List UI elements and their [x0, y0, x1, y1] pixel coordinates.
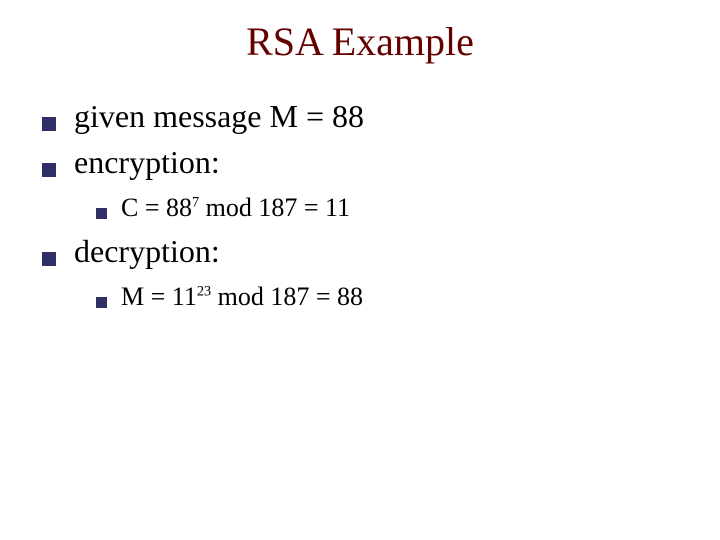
square-bullet-icon [96, 208, 107, 219]
bullet-item-given-message: given message M = 88 [42, 96, 690, 136]
text-given-message: given message M = 88 [74, 96, 364, 136]
text-decryption-formula: M = 1123 mod 187 = 88 [121, 281, 363, 314]
slide-title: RSA Example [0, 18, 720, 65]
square-bullet-icon [42, 252, 56, 266]
formula-m-pre: M = 11 [121, 282, 197, 311]
square-bullet-icon [42, 117, 56, 131]
slide-body: given message M = 88 encryption: C = 887… [42, 90, 690, 319]
text-decryption: decryption: [74, 231, 220, 271]
slide: RSA Example given message M = 88 encrypt… [0, 0, 720, 540]
formula-m-post: mod 187 = 88 [211, 282, 363, 311]
text-encryption-formula: C = 887 mod 187 = 11 [121, 192, 350, 225]
formula-m-exp: 23 [197, 283, 211, 299]
text-encryption: encryption: [74, 142, 220, 182]
bullet-item-encryption: encryption: [42, 142, 690, 182]
bullet-item-decryption-formula: M = 1123 mod 187 = 88 [96, 281, 690, 314]
formula-c-post: mod 187 = 11 [199, 193, 350, 222]
square-bullet-icon [96, 297, 107, 308]
bullet-item-decryption: decryption: [42, 231, 690, 271]
formula-c-pre: C = 88 [121, 193, 192, 222]
bullet-item-encryption-formula: C = 887 mod 187 = 11 [96, 192, 690, 225]
square-bullet-icon [42, 163, 56, 177]
